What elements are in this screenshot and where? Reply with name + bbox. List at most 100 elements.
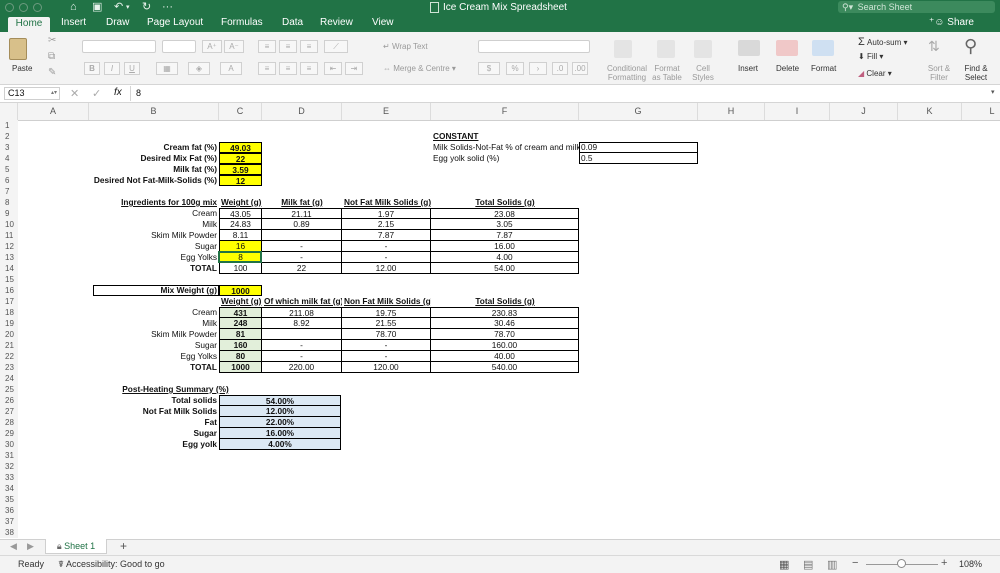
table2-row-label[interactable]: Cream <box>89 307 219 318</box>
tab-draw[interactable]: Draw <box>106 15 129 32</box>
input-label[interactable]: Desired Mix Fat (%) <box>89 153 219 164</box>
input-value[interactable]: 22 <box>219 153 262 164</box>
row-header[interactable]: 32 <box>0 461 18 472</box>
table1-total-solids[interactable]: 54.00 <box>431 263 579 274</box>
summary-title[interactable]: Post-Heating Summary (%) <box>89 384 262 395</box>
summary-value[interactable]: 12.00% <box>219 406 341 417</box>
table2-milk-fat[interactable]: - <box>262 340 342 351</box>
summary-value[interactable]: 16.00% <box>219 428 341 439</box>
redo-icon[interactable]: ↻ <box>142 0 151 15</box>
summary-label[interactable]: Sugar <box>89 428 219 439</box>
table2-weight[interactable]: 160 <box>219 340 262 351</box>
zoom-slider-thumb[interactable] <box>897 559 906 568</box>
table2-nfms[interactable]: - <box>342 351 431 362</box>
orientation-icon[interactable]: ⟋ <box>324 40 348 53</box>
worksheet-grid[interactable]: ABCDEFGHIJKL 1 2 3 4 5 6 7 8 9 10 11 12 13 14 15 16 17 18… <box>0 103 1000 539</box>
table1-nfms[interactable]: 2.15 <box>342 219 431 230</box>
cancel-entry-icon[interactable]: ✕ <box>70 87 79 100</box>
save-icon[interactable]: ▣ <box>92 0 102 15</box>
table1-total-solids[interactable]: 3.05 <box>431 219 579 230</box>
table1-weight[interactable]: 24.83 <box>219 219 262 230</box>
align-center-icon[interactable]: ≡ <box>279 62 297 75</box>
summary-label[interactable]: Total solids <box>89 395 219 406</box>
tab-home[interactable]: Home <box>8 17 50 32</box>
table2-total-solids[interactable]: 160.00 <box>431 340 579 351</box>
mix-weight-label[interactable]: Mix Weight (g) <box>89 285 219 296</box>
font-color-icon[interactable]: A <box>220 62 242 75</box>
row-header[interactable]: 5 <box>0 164 18 175</box>
table1-header[interactable]: Weight (g) <box>219 197 262 208</box>
decrease-indent-icon[interactable]: ⇤ <box>324 62 342 75</box>
table1-row-label[interactable]: Sugar <box>89 241 219 252</box>
tab-data[interactable]: Data <box>282 15 303 32</box>
decrease-font-icon[interactable]: A⁻ <box>224 40 244 53</box>
constant-label[interactable]: Egg yolk solid (%) <box>431 153 579 164</box>
cut-icon[interactable]: ✂ <box>48 35 56 46</box>
sort-filter-button[interactable]: Sort & Filter <box>922 64 956 82</box>
expand-formula-bar-icon[interactable]: ▾ <box>991 88 995 96</box>
delete-cells-icon[interactable] <box>776 40 798 56</box>
table1-nfms[interactable]: 7.87 <box>342 230 431 241</box>
table2-header[interactable]: Of which milk fat (g) <box>262 296 342 307</box>
add-sheet-button[interactable]: + <box>120 539 127 553</box>
format-as-table-button[interactable]: Format as Table <box>649 64 685 82</box>
summary-value[interactable]: 4.00% <box>219 439 341 450</box>
table2-weight[interactable]: 80 <box>219 351 262 362</box>
conditional-formatting-button[interactable]: Conditional Formatting <box>604 64 650 82</box>
table2-milk-fat[interactable]: 220.00 <box>262 362 342 373</box>
table1-total-solids[interactable]: 7.87 <box>431 230 579 241</box>
row-header[interactable]: 15 <box>0 274 18 285</box>
table1-header[interactable]: Total Solids (g) <box>431 197 579 208</box>
table1-milk-fat[interactable]: - <box>262 241 342 252</box>
row-header[interactable]: 33 <box>0 472 18 483</box>
table2-milk-fat[interactable]: 211.08 <box>262 307 342 318</box>
table2-milk-fat[interactable] <box>262 329 342 340</box>
input-label[interactable]: Milk fat (%) <box>89 164 219 175</box>
row-header[interactable]: 17 <box>0 296 18 307</box>
table2-milk-fat[interactable]: - <box>262 351 342 362</box>
table2-nfms[interactable]: - <box>342 340 431 351</box>
table2-total-solids[interactable]: 78.70 <box>431 329 579 340</box>
tab-page-layout[interactable]: Page Layout <box>147 15 203 32</box>
row-header[interactable]: 21 <box>0 340 18 351</box>
input-label[interactable]: Cream fat (%) <box>89 142 219 153</box>
table2-weight[interactable]: 248 <box>219 318 262 329</box>
cell-styles-button[interactable]: Cell Styles <box>688 64 718 82</box>
paste-icon[interactable] <box>9 38 27 60</box>
name-box-dropdown-icon[interactable]: ▴▾ <box>51 88 57 99</box>
table2-header[interactable]: Non Fat Milk Solids (g) <box>342 296 431 307</box>
align-middle-icon[interactable]: ≡ <box>279 40 297 53</box>
table1-nfms[interactable]: 12.00 <box>342 263 431 274</box>
next-sheet-icon[interactable]: ▶ <box>27 541 34 552</box>
table2-nfms[interactable]: 21.55 <box>342 318 431 329</box>
table1-row-label[interactable]: Skim Milk Powder <box>89 230 219 241</box>
column-header[interactable]: L <box>962 103 1000 120</box>
table1-total-solids[interactable]: 16.00 <box>431 241 579 252</box>
row-header[interactable]: 12 <box>0 241 18 252</box>
row-header[interactable]: 4 <box>0 153 18 164</box>
constant-value[interactable]: 0.5 <box>579 153 698 164</box>
align-right-icon[interactable]: ≡ <box>300 62 318 75</box>
row-header[interactable]: 9 <box>0 208 18 219</box>
sheet-tab-sheet-1[interactable]: 🔒︎ Sheet 1 <box>45 539 107 554</box>
undo-icon[interactable]: ↶ <box>114 0 123 15</box>
table2-nfms[interactable]: 78.70 <box>342 329 431 340</box>
table2-weight[interactable]: 81 <box>219 329 262 340</box>
row-header[interactable]: 18 <box>0 307 18 318</box>
table1-nfms[interactable]: 1.97 <box>342 208 431 219</box>
row-header[interactable]: 30 <box>0 439 18 450</box>
insert-label[interactable]: Insert <box>738 64 758 73</box>
first-sheet-icon[interactable]: ◀ <box>10 541 17 552</box>
row-header[interactable]: 10 <box>0 219 18 230</box>
row-header[interactable]: 19 <box>0 318 18 329</box>
more-icon[interactable]: ··· <box>162 0 173 15</box>
mix-weight-value[interactable]: 1000 <box>219 285 262 296</box>
increase-decimal-icon[interactable]: .0 <box>552 62 568 75</box>
find-select-button[interactable]: Find & Select <box>959 64 993 82</box>
page-layout-view-icon[interactable]: ▤ <box>803 558 813 571</box>
formula-input[interactable]: 8 <box>136 88 976 100</box>
table2-total-solids[interactable]: 40.00 <box>431 351 579 362</box>
constant-label[interactable]: Milk Solids-Not-Fat % of cream and milk <box>431 142 579 153</box>
summary-label[interactable]: Egg yolk <box>89 439 219 450</box>
align-left-icon[interactable]: ≡ <box>258 62 276 75</box>
